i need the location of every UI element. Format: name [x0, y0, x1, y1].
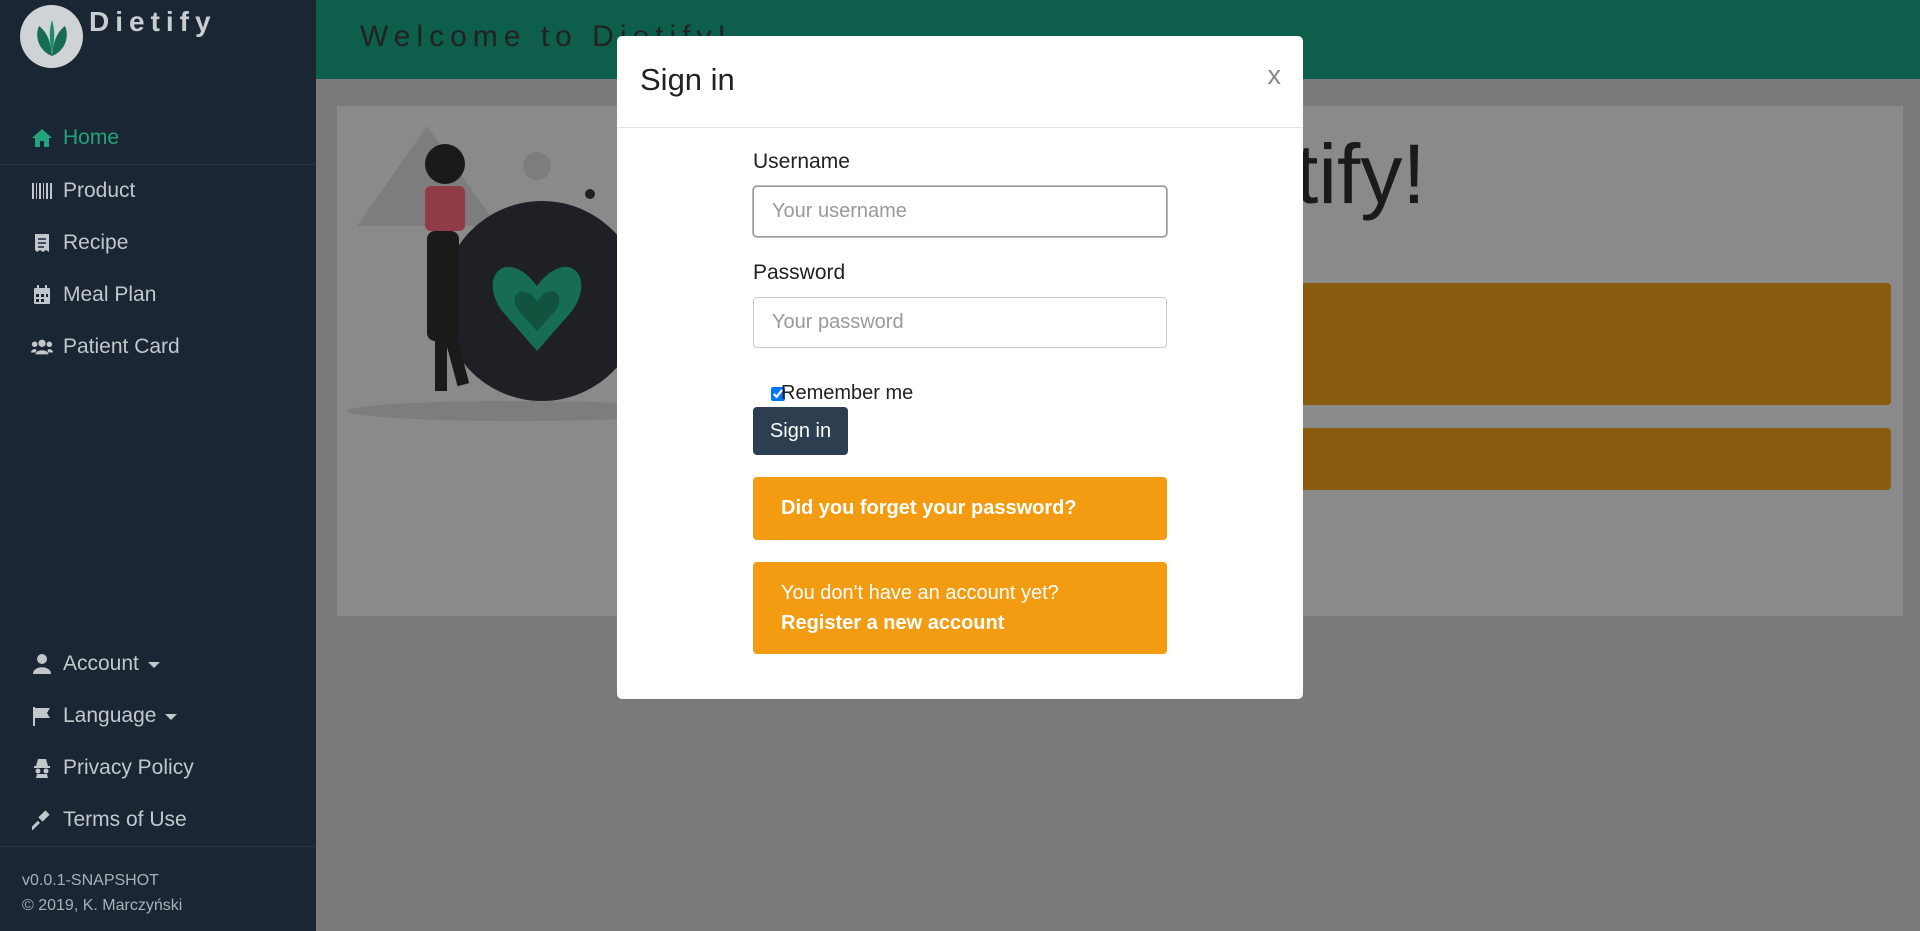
sidebar-item-label: Terms of Use: [63, 808, 187, 831]
remember-me-label[interactable]: Remember me: [781, 382, 913, 405]
chevron-down-icon: [165, 714, 178, 720]
sidebar-item-language[interactable]: Language: [0, 690, 316, 742]
sidebar-item-meal-plan[interactable]: Meal Plan: [0, 269, 316, 321]
sidebar-item-label: Recipe: [63, 231, 129, 254]
chevron-down-icon: [147, 662, 160, 668]
username-input[interactable]: [753, 186, 1167, 237]
register-alert: You don't have an account yet? Register …: [753, 562, 1167, 654]
sidebar-item-product[interactable]: Product: [0, 165, 316, 217]
sidebar-item-label: Patient Card: [63, 335, 180, 358]
leaf-logo-icon: [20, 5, 83, 68]
register-prompt: You don't have an account yet?: [781, 582, 1059, 604]
sidebar-item-account[interactable]: Account: [0, 638, 316, 690]
version-text: v0.0.1-SNAPSHOT: [22, 872, 159, 889]
password-label: Password: [753, 261, 846, 284]
sidebar-footer: v0.0.1-SNAPSHOT © 2019, K. Marczyński: [22, 868, 182, 918]
divider: [0, 846, 316, 847]
close-icon[interactable]: x: [1268, 60, 1282, 91]
sidebar-item-label: Meal Plan: [63, 283, 157, 306]
sidebar-item-label: Language: [63, 704, 157, 727]
flag-icon: [31, 705, 53, 727]
users-icon: [31, 336, 53, 358]
modal-title: Sign in: [640, 62, 735, 97]
user-icon: [31, 653, 53, 675]
sign-in-modal: Sign in x Username Password Remember me …: [617, 36, 1303, 699]
sidebar: Dietify Home Product Recipe Meal Plan Pa…: [0, 0, 316, 931]
sidebar-bottom-nav: Account Language Privacy Policy Terms of…: [0, 638, 316, 846]
modal-header: Sign in x: [617, 36, 1303, 128]
hero-banner-1: [1291, 283, 1891, 405]
sidebar-item-label: Account: [63, 652, 139, 675]
sidebar-item-label: Privacy Policy: [63, 756, 194, 779]
brand[interactable]: Dietify: [20, 5, 217, 68]
sign-in-form: Username Password Remember me Sign in Di…: [753, 150, 1167, 654]
sign-in-button[interactable]: Sign in: [753, 407, 848, 455]
calendar-icon: [31, 284, 53, 306]
sidebar-item-recipe[interactable]: Recipe: [0, 217, 316, 269]
remember-me: Remember me: [753, 382, 913, 405]
receipt-icon: [31, 232, 53, 254]
home-icon: [31, 127, 53, 149]
incognito-icon: [31, 757, 53, 779]
username-label: Username: [753, 150, 850, 173]
hero-banner-2: [1291, 428, 1891, 490]
hero-heading: tify!: [1295, 127, 1426, 221]
password-input[interactable]: [753, 297, 1167, 348]
sidebar-item-label: Product: [63, 179, 136, 202]
sidebar-item-label: Home: [63, 126, 120, 149]
sidebar-nav: Home Product Recipe Meal Plan Patient Ca…: [0, 112, 316, 373]
copyright-text: © 2019, K. Marczyński: [22, 897, 183, 914]
sidebar-item-terms-of-use[interactable]: Terms of Use: [0, 794, 316, 846]
brand-name: Dietify: [89, 5, 217, 37]
barcode-icon: [31, 180, 53, 202]
gavel-icon: [31, 809, 53, 831]
sidebar-item-patient-card[interactable]: Patient Card: [0, 321, 316, 373]
register-link[interactable]: Register a new account: [781, 612, 1004, 634]
sidebar-item-home[interactable]: Home: [0, 112, 316, 165]
forgot-password-link[interactable]: Did you forget your password?: [753, 477, 1167, 540]
forgot-password-text: Did you forget your password?: [781, 497, 1077, 519]
sidebar-item-privacy-policy[interactable]: Privacy Policy: [0, 742, 316, 794]
